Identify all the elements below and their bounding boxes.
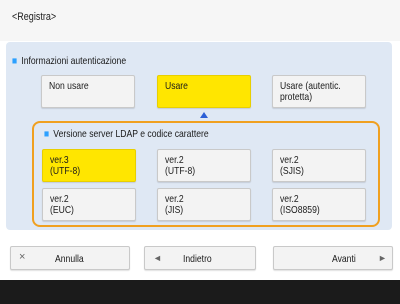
auth-option-non-usare[interactable]: Non usare <box>41 75 135 108</box>
option-label: ver.2 (SJIS) <box>280 154 304 177</box>
ldap-option-ver2-euc[interactable]: ver.2 (EUC) <box>42 188 136 221</box>
cancel-label: Annulla <box>55 253 84 265</box>
ldap-option-ver2-jis[interactable]: ver.2 (JIS) <box>157 188 251 221</box>
option-label: Usare (autentic. protetta) <box>280 80 341 103</box>
ldap-section-label: ■ Versione server LDAP e codice carattere <box>44 128 209 140</box>
bullet-icon: ■ <box>12 55 18 67</box>
page-title: <Registra> <box>12 11 57 23</box>
next-button[interactable]: Avanti ► <box>273 246 393 270</box>
option-label: ver.2 (EUC) <box>50 193 74 216</box>
option-label: ver.3 (UTF-8) <box>50 154 81 177</box>
ldap-option-ver2-iso8859[interactable]: ver.2 (ISO8859) <box>272 188 366 221</box>
back-label: Indietro <box>183 253 212 265</box>
option-label: ver.2 (UTF-8) <box>165 154 196 177</box>
arrow-right-icon: ► <box>378 253 387 263</box>
option-label: ver.2 (ISO8859) <box>280 193 320 216</box>
option-label: Usare <box>165 80 188 92</box>
cancel-button[interactable]: × Annulla <box>10 246 130 270</box>
auth-option-usare[interactable]: Usare <box>157 75 251 108</box>
option-label: Non usare <box>49 80 89 92</box>
bullet-icon: ■ <box>44 128 50 140</box>
auth-option-usare-protetta[interactable]: Usare (autentic. protetta) <box>272 75 366 108</box>
arrow-left-icon: ◄ <box>153 253 162 263</box>
option-label: ver.2 (JIS) <box>165 193 184 216</box>
ldap-option-ver2-utf8[interactable]: ver.2 (UTF-8) <box>157 149 251 182</box>
close-icon: × <box>19 251 26 263</box>
auth-section-label: ■ Informazioni autenticazione <box>12 55 126 67</box>
back-button[interactable]: ◄ Indietro <box>144 246 256 270</box>
ldap-section-text: Versione server LDAP e codice carattere <box>53 128 209 140</box>
next-label: Avanti <box>332 253 356 265</box>
header-bar: <Registra> <box>0 0 400 41</box>
bottom-bar <box>0 280 400 304</box>
ldap-option-ver3-utf8[interactable]: ver.3 (UTF-8) <box>42 149 136 182</box>
selection-pointer-icon <box>200 112 208 118</box>
ldap-option-ver2-sjis[interactable]: ver.2 (SJIS) <box>272 149 366 182</box>
auth-section-text: Informazioni autenticazione <box>21 55 127 67</box>
